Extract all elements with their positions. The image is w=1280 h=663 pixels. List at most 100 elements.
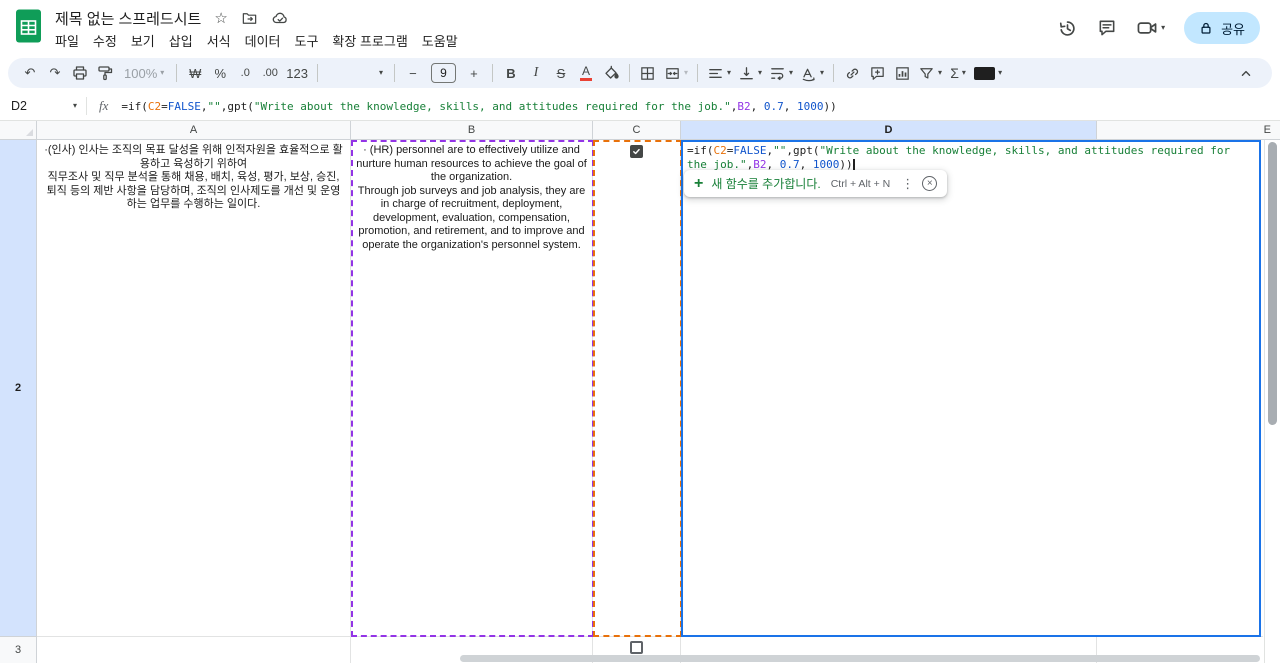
suggestion-shortcut: Ctrl + Alt + N [830, 177, 891, 190]
filter-button[interactable]: ▾ [915, 61, 945, 85]
functions-button[interactable]: Σ ▾ [946, 61, 970, 85]
number-format-button[interactable]: 123 [283, 61, 311, 85]
menu-edit[interactable]: 수정 [86, 29, 124, 52]
merge-caret-icon: ▾ [683, 68, 688, 77]
borders-button[interactable] [636, 61, 660, 85]
paint-format-button[interactable] [93, 61, 117, 85]
formula-bar-divider [86, 97, 87, 115]
input-tools-caret-icon: ▾ [998, 68, 1003, 77]
horizontal-align-button[interactable]: ▾ [704, 61, 734, 85]
cloud-saved-icon[interactable] [271, 9, 289, 27]
menu-data[interactable]: 데이터 [238, 29, 288, 52]
column-header-e[interactable]: E [1097, 121, 1280, 140]
toolbar-divider [491, 64, 493, 82]
text-cursor-icon [852, 158, 855, 171]
menu-file[interactable]: 파일 [48, 29, 86, 52]
menu-tools[interactable]: 도구 [288, 29, 326, 52]
zoom-value: 100% [124, 65, 158, 81]
font-caret-icon: ▾ [378, 68, 383, 77]
text-color-button[interactable]: A [574, 61, 598, 85]
name-box[interactable]: D2 ▾ [0, 92, 86, 120]
column-header-c[interactable]: C [593, 121, 681, 140]
c2-checkbox[interactable] [630, 145, 643, 158]
star-icon[interactable]: ☆ [214, 11, 227, 26]
fx-icon: fx [99, 98, 109, 113]
column-header-b[interactable]: B [351, 121, 593, 140]
percent-format-button[interactable]: % [208, 61, 232, 85]
cell-C2[interactable] [593, 140, 681, 637]
fill-color-button[interactable] [599, 61, 623, 85]
increase-decimal-button[interactable]: .00 [258, 61, 282, 85]
zoom-select[interactable]: 100% ▾ [118, 61, 170, 85]
redo-button[interactable]: ↷ [43, 61, 67, 85]
decrease-decimal-button[interactable]: .0 [233, 61, 257, 85]
menu-help[interactable]: 도움말 [415, 29, 465, 52]
insert-comment-button[interactable] [865, 61, 889, 85]
undo-button[interactable]: ↶ [18, 61, 42, 85]
input-tools-button[interactable]: ▾ [971, 61, 1005, 85]
font-family-select[interactable]: ▾ [324, 61, 388, 85]
vertical-scrollbar[interactable] [1264, 140, 1280, 663]
hide-toolbar-button[interactable] [1234, 61, 1258, 85]
menu-insert[interactable]: 삽입 [162, 29, 200, 52]
sheets-logo-icon[interactable] [15, 9, 42, 43]
strikethrough-button[interactable]: S [549, 61, 573, 85]
italic-button[interactable]: I [524, 61, 548, 85]
name-box-value: D2 [11, 99, 27, 113]
currency-format-button[interactable]: ₩ [183, 61, 207, 85]
merge-cells-button[interactable]: ▾ [661, 61, 691, 85]
toolbar: ↶ ↷ 100% ▾ ₩ % .0 .00 123 ▾ − 9 + B I S … [8, 58, 1272, 88]
menu-extensions[interactable]: 확장 프로그램 [325, 29, 414, 52]
increase-font-size-button[interactable]: + [462, 61, 486, 85]
horizontal-scrollbar[interactable] [460, 655, 1260, 662]
cell-B2[interactable]: · (HR) personnel are to effectively util… [351, 140, 593, 637]
meet-caret-icon[interactable]: ▾ [1161, 24, 1165, 32]
suggestion-label[interactable]: 새 함수를 추가합니다. [711, 175, 820, 192]
row-header-3[interactable]: 3 [0, 637, 37, 663]
cell-editor-text: =if(C2=FALSE,"",gpt("Write about the kno… [687, 144, 1231, 171]
toolbar-divider [176, 64, 178, 82]
vertical-scrollbar-thumb[interactable] [1268, 142, 1277, 425]
name-box-caret-icon: ▾ [72, 101, 77, 110]
function-suggestion-popup[interactable]: + 새 함수를 추가합니다. Ctrl + Alt + N ⋮ × [684, 170, 948, 197]
menu-view[interactable]: 보기 [124, 29, 162, 52]
column-header-d[interactable]: D [681, 121, 1097, 140]
input-tools-icon [974, 66, 996, 80]
filter-caret-icon: ▾ [938, 68, 943, 77]
insert-link-button[interactable] [840, 61, 864, 85]
font-size-input[interactable]: 9 [430, 63, 456, 83]
meet-video-icon[interactable]: ▾ [1136, 17, 1165, 39]
cell-editor-D2[interactable]: =if(C2=FALSE,"",gpt("Write about the kno… [681, 140, 1261, 637]
row-header-2[interactable]: 2 [0, 140, 37, 637]
print-button[interactable] [68, 61, 92, 85]
share-button[interactable]: 공유 [1184, 12, 1260, 44]
insert-chart-button[interactable] [890, 61, 914, 85]
cell-A3[interactable] [37, 637, 351, 663]
document-title[interactable]: 제목 없는 스프레드시트 [55, 8, 201, 29]
text-color-letter: A [581, 64, 590, 78]
sigma-icon: Σ [950, 65, 959, 81]
text-rotation-button[interactable]: ▾ [797, 61, 827, 85]
column-header-a[interactable]: A [37, 121, 351, 140]
move-folder-icon[interactable] [241, 10, 258, 27]
c3-checkbox[interactable] [630, 641, 643, 654]
share-label: 공유 [1221, 21, 1245, 37]
select-all-corner[interactable] [0, 121, 37, 140]
wrap-caret-icon: ▾ [789, 68, 794, 77]
rotation-caret-icon: ▾ [820, 68, 825, 77]
version-history-icon[interactable] [1057, 18, 1078, 39]
vertical-align-button[interactable]: ▾ [735, 61, 765, 85]
valign-caret-icon: ▾ [758, 68, 763, 77]
decrease-font-size-button[interactable]: − [401, 61, 425, 85]
formula-input[interactable]: =if(C2=FALSE,"",gpt("Write about the kno… [121, 100, 836, 113]
more-options-icon[interactable]: ⋮ [901, 176, 914, 192]
menu-bar: 파일 수정 보기 삽입 서식 데이터 도구 확장 프로그램 도움말 [48, 29, 465, 51]
bold-button[interactable]: B [499, 61, 523, 85]
toolbar-divider [696, 64, 698, 82]
comments-icon[interactable] [1097, 18, 1117, 38]
menu-format[interactable]: 서식 [200, 29, 238, 52]
text-color-bar [579, 78, 592, 81]
close-icon[interactable]: × [922, 176, 938, 191]
text-wrap-button[interactable]: ▾ [766, 61, 796, 85]
cell-A2[interactable]: ·(인사) 인사는 조직의 목표 달성을 위해 인적자원을 효율적으로 활용하고… [37, 140, 351, 637]
